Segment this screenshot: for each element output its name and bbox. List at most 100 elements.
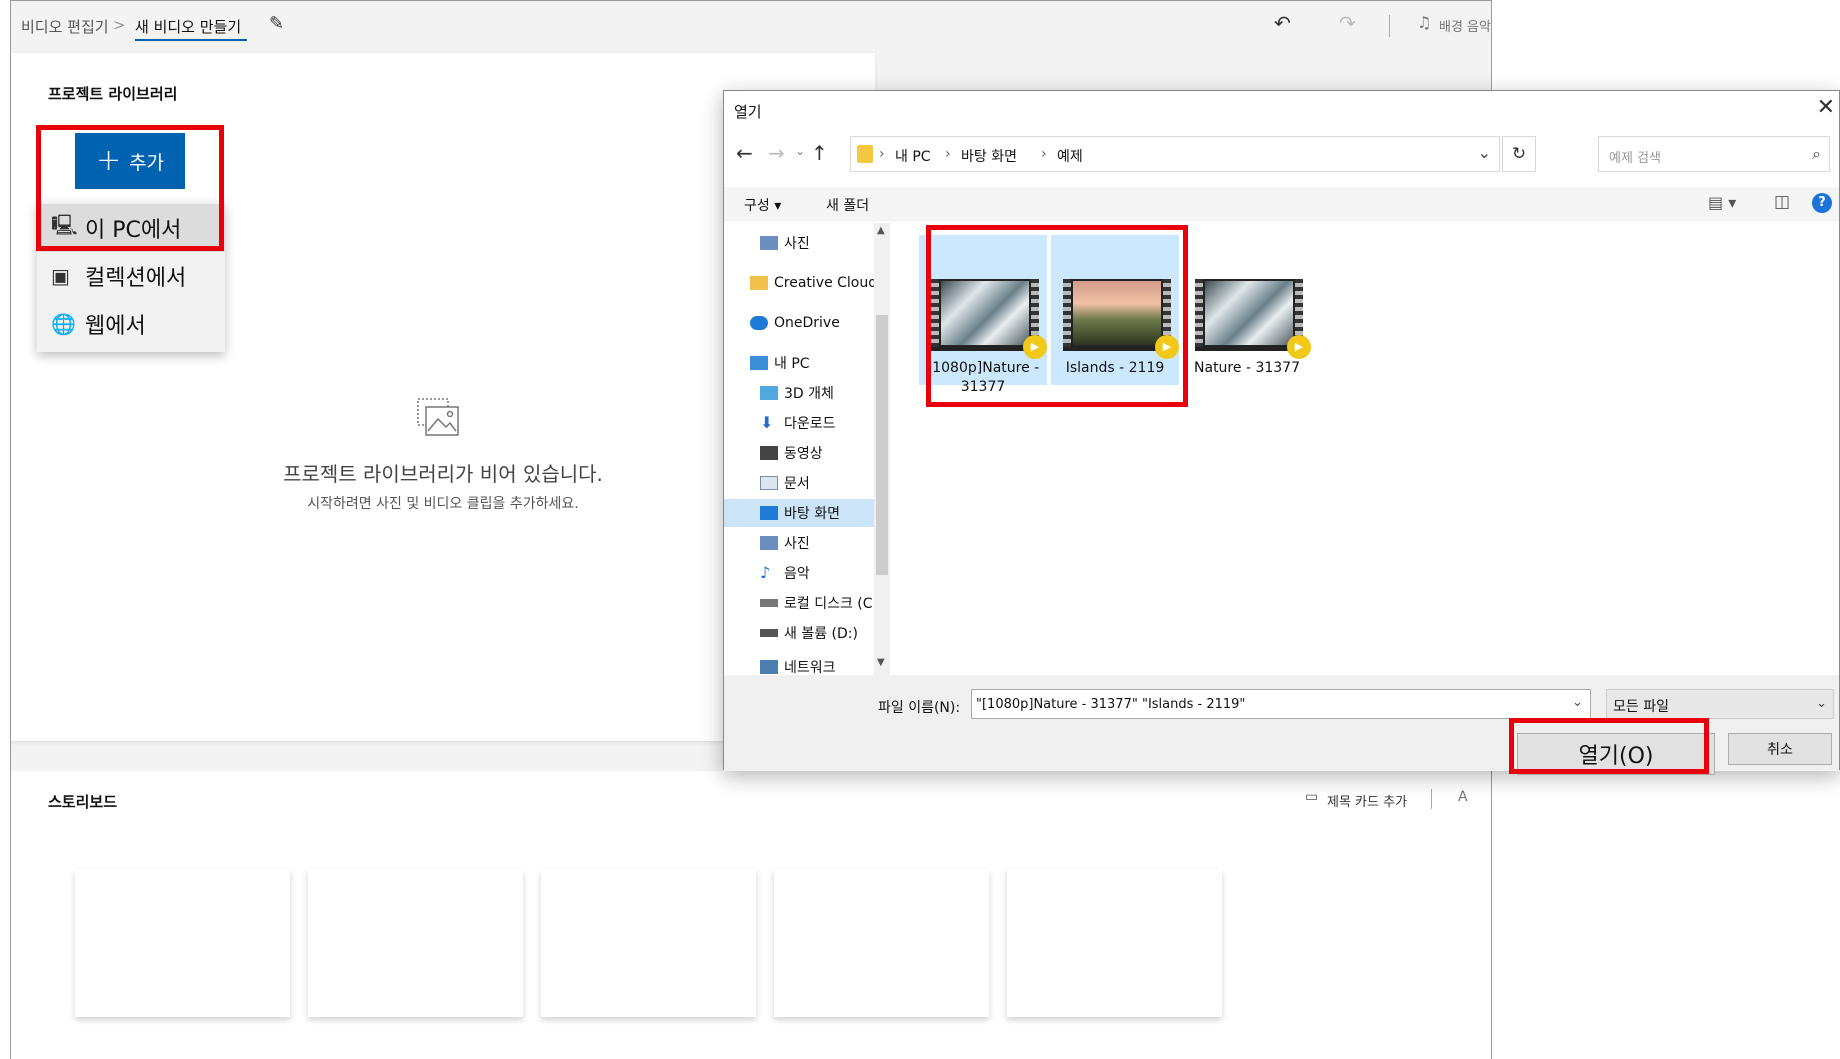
play-badge-icon: ▶ (1155, 335, 1179, 359)
filename-label: 파일 이름(N): (878, 700, 961, 716)
menu-item-from-web[interactable]: 🌐 웹에서 (37, 300, 225, 348)
nav-item-pictures-quick[interactable]: 사진 (724, 229, 874, 257)
close-icon[interactable]: ✕ (1817, 95, 1835, 120)
chevron-down-icon[interactable]: ⌄ (1572, 695, 1583, 710)
path-separator: › (879, 146, 885, 162)
scroll-up-chevron-icon[interactable]: ▲ (877, 225, 885, 236)
storyboard-divider (1431, 789, 1432, 809)
music-note-icon[interactable]: ♫ (1417, 13, 1431, 32)
nav-item-music[interactable]: ♪ 음악 (724, 559, 874, 587)
help-icon[interactable]: ? (1812, 193, 1832, 213)
storyboard-title: 스토리보드 (48, 793, 118, 811)
menu-item-label: 컬렉션에서 (85, 266, 187, 291)
nav-item-pictures[interactable]: 사진 (724, 529, 874, 557)
menu-item-from-pc[interactable]: 🖳 이 PC에서 (37, 204, 225, 252)
nav-label: 바탕 화면 (784, 506, 840, 522)
film-perforation (1063, 279, 1071, 347)
top-bar: 비디오 편집기 > 새 비디오 만들기 ✎ ↶ ↷ ♫ 배경 음악 (11, 1, 1491, 51)
scrollbar-thumb[interactable] (876, 315, 888, 575)
thumbnail-image (1073, 281, 1161, 345)
nav-item-3d-objects[interactable]: 3D 개체 (724, 379, 874, 407)
nav-item-downloads[interactable]: ⬇ 다운로드 (724, 409, 874, 437)
file-item[interactable]: ▶ [1080p]Nature - 31377 (919, 235, 1047, 395)
video-thumbnail: ▶ (1195, 279, 1311, 359)
up-arrow-icon[interactable]: ↑ (811, 141, 828, 165)
nav-item-my-pc[interactable]: 내 PC (724, 349, 874, 377)
empty-library-icon (417, 398, 459, 436)
add-button[interactable]: + 추가 (75, 133, 185, 189)
forward-arrow-icon[interactable]: → (768, 141, 785, 165)
document-icon (760, 476, 778, 490)
redo-icon[interactable]: ↷ (1339, 11, 1356, 35)
file-type-select[interactable]: 모든 파일 ⌄ (1606, 689, 1834, 719)
nav-label: 내 PC (774, 356, 810, 372)
desktop-icon (760, 506, 778, 520)
storyboard-slot[interactable] (75, 869, 290, 1017)
file-list: ▶ [1080p]Nature - 31377 ▶ Islands - 2119… (895, 223, 1839, 675)
rename-pencil-icon[interactable]: ✎ (269, 13, 284, 34)
recent-locations-chevron-icon[interactable]: ⌄ (795, 144, 805, 158)
nav-label: OneDrive (774, 315, 840, 331)
nav-item-volume-d[interactable]: 새 볼륨 (D:) (724, 619, 874, 647)
pictures-icon (760, 536, 778, 550)
background-music-label[interactable]: 배경 음악 (1439, 16, 1491, 35)
file-item[interactable]: ▶ Nature - 31377 (1183, 235, 1311, 385)
storyboard-slot[interactable] (774, 869, 989, 1017)
nav-item-network[interactable]: 네트워크 (724, 653, 874, 675)
storyboard-slot[interactable] (308, 869, 523, 1017)
path-segment-my-pc[interactable]: 내 PC (895, 146, 931, 166)
search-input[interactable]: 예제 검색 ⌕ (1598, 136, 1830, 172)
3d-objects-icon (760, 386, 778, 400)
menu-item-label: 웹에서 (85, 314, 146, 339)
storyboard-slot[interactable] (541, 869, 756, 1017)
breadcrumb-video-editor[interactable]: 비디오 편집기 (21, 16, 109, 37)
library-title: 프로젝트 라이브러리 (48, 85, 178, 103)
plus-icon: + (95, 143, 122, 178)
view-options-icon[interactable]: ▤ ▾ (1708, 193, 1736, 212)
nav-label: 문서 (784, 476, 810, 492)
search-placeholder: 예제 검색 (1609, 151, 1661, 166)
new-folder-button[interactable]: 새 폴더 (826, 195, 869, 215)
menu-item-from-collection[interactable]: ▣ 컬렉션에서 (37, 252, 225, 300)
text-icon[interactable]: A (1458, 789, 1468, 805)
cancel-button[interactable]: 취소 (1728, 733, 1832, 765)
dialog-title: 열기 (734, 103, 762, 121)
file-name: Nature - 31377 (1194, 360, 1300, 376)
refresh-icon[interactable]: ↻ (1502, 136, 1536, 172)
path-segment-examples[interactable]: 예제 (1057, 146, 1083, 166)
nav-item-desktop[interactable]: 바탕 화면 (724, 499, 874, 527)
nav-item-onedrive[interactable]: OneDrive (724, 309, 874, 337)
video-thumbnail: ▶ (1063, 279, 1179, 359)
title-card-icon[interactable]: ▭ (1305, 789, 1318, 805)
path-separator: › (1041, 146, 1047, 162)
chevron-down-icon[interactable]: ⌄ (1478, 143, 1491, 162)
undo-icon[interactable]: ↶ (1274, 11, 1291, 35)
add-title-card-button[interactable]: 제목 카드 추가 (1327, 791, 1407, 810)
computer-icon: 🖳 (51, 213, 78, 237)
video-icon (760, 446, 778, 460)
preview-pane-icon[interactable]: ◫ (1774, 192, 1790, 212)
nav-item-documents[interactable]: 문서 (724, 469, 874, 497)
nav-item-local-disk-c[interactable]: 로컬 디스크 (C:) (724, 589, 874, 617)
scroll-down-chevron-icon[interactable]: ▼ (877, 657, 885, 668)
thumbnail-image (1205, 281, 1293, 345)
nav-item-creative-cloud[interactable]: Creative Cloud Fil (724, 269, 874, 297)
nav-label: 로컬 디스크 (C:) (784, 596, 874, 612)
back-arrow-icon[interactable]: ← (736, 141, 753, 165)
chevron-down-icon: ⌄ (1816, 696, 1827, 711)
path-segment-desktop[interactable]: 바탕 화면 (961, 146, 1017, 166)
open-file-dialog: 열기 ✕ ← → ⌄ ↑ › 내 PC › 바탕 화면 › 예제 ⌄ ↻ 예제 … (723, 90, 1840, 775)
nav-item-videos[interactable]: 동영상 (724, 439, 874, 467)
image-collection-icon: ▣ (51, 264, 70, 288)
filename-input[interactable] (971, 689, 1591, 719)
storyboard-panel: 스토리보드 ▭ 제목 카드 추가 A (11, 771, 1491, 1059)
thumbnail-image (941, 281, 1029, 345)
organize-button[interactable]: 구성 ▾ (744, 195, 781, 215)
address-bar[interactable]: › 내 PC › 바탕 화면 › 예제 ⌄ (850, 136, 1500, 172)
film-perforation (1195, 279, 1203, 347)
open-button[interactable]: 열기(O) (1517, 733, 1715, 775)
web-image-icon: 🌐 (51, 312, 76, 336)
file-item[interactable]: ▶ Islands - 2119 (1051, 235, 1179, 385)
file-name: [1080p]Nature - 31377 (926, 360, 1040, 395)
storyboard-slot[interactable] (1007, 869, 1222, 1017)
